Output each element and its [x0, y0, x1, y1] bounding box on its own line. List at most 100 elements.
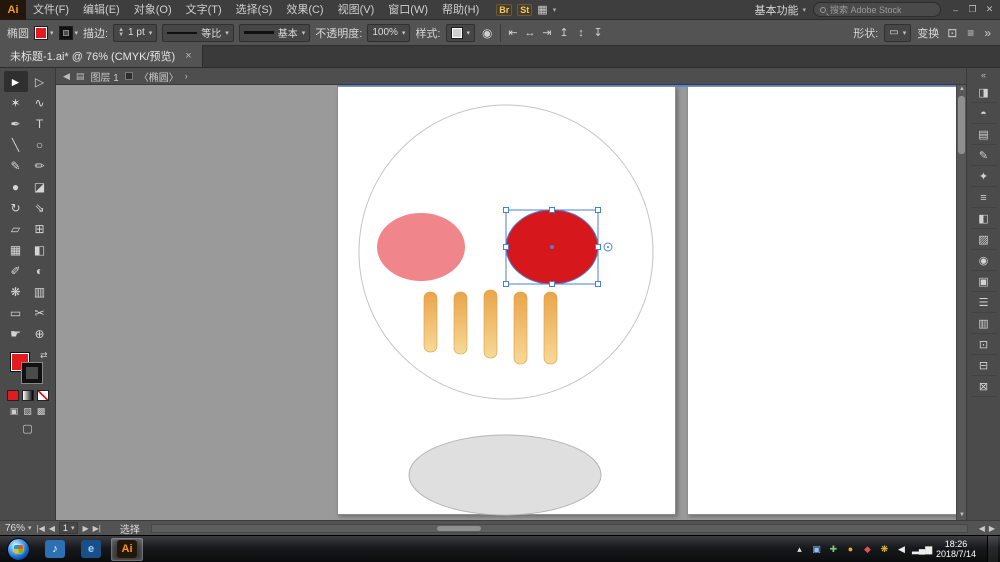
- symbols-panel-icon[interactable]: ✦: [970, 167, 997, 187]
- vertical-scrollbar[interactable]: ▲ ▼: [956, 85, 966, 520]
- align-panel-icon[interactable]: ⊟: [970, 356, 997, 376]
- hidden-icons-arrow[interactable]: ▴: [793, 544, 806, 555]
- drawing-mode-icon-1[interactable]: ▣: [10, 406, 19, 417]
- brush-definition-combo[interactable]: 基本 ▾: [238, 23, 311, 42]
- align-left-icon[interactable]: ⇤: [506, 25, 521, 41]
- slice-tool[interactable]: ✂: [28, 302, 52, 323]
- isolate-selected-object-icon[interactable]: ⊡: [945, 26, 959, 40]
- network-tray-icon[interactable]: ▂▄▆: [912, 544, 932, 555]
- column-graph-tool[interactable]: ▥: [28, 281, 52, 302]
- canvas-pasteboard[interactable]: ▲ ▼: [56, 85, 966, 520]
- menu-select[interactable]: 选择(S): [229, 0, 280, 20]
- artboards-panel-icon[interactable]: ▥: [970, 314, 997, 334]
- taskbar-clock[interactable]: 18:26 2018/7/14: [929, 539, 983, 559]
- pen-tool[interactable]: ✒: [4, 113, 28, 134]
- messenger-tray-icon[interactable]: ❋: [878, 544, 891, 555]
- align-center-vertical-icon[interactable]: ↕: [574, 25, 589, 41]
- hand-tool[interactable]: ☛: [4, 323, 28, 344]
- tooth-bar-5[interactable]: [543, 291, 558, 365]
- tooth-bar-4[interactable]: [513, 291, 528, 365]
- stock-icon[interactable]: St: [517, 3, 533, 16]
- breadcrumb-back-icon[interactable]: ◀: [63, 71, 70, 82]
- menu-view[interactable]: 视图(V): [331, 0, 382, 20]
- taskbar-illustrator[interactable]: Ai: [111, 537, 143, 561]
- chin-shape[interactable]: [408, 434, 602, 516]
- menu-object[interactable]: 对象(O): [127, 0, 179, 20]
- appearance-panel-icon[interactable]: ◉: [970, 251, 997, 271]
- blend-tool[interactable]: ◐: [28, 260, 52, 281]
- color-guide-panel-icon[interactable]: ◓: [970, 104, 997, 124]
- transform-button[interactable]: 变换: [917, 25, 939, 41]
- none-button[interactable]: [36, 390, 49, 401]
- zoom-tool[interactable]: ⊕: [28, 323, 52, 344]
- update-tray-icon[interactable]: ●: [844, 544, 857, 554]
- workspace-switcher[interactable]: 基本功能 ▾: [754, 2, 806, 18]
- left-eye-ellipse[interactable]: [377, 213, 465, 281]
- scale-tool[interactable]: ⇘: [28, 197, 52, 218]
- align-top-icon[interactable]: ↥: [557, 25, 572, 41]
- swap-fill-stroke-icon[interactable]: ⇄: [40, 350, 48, 361]
- free-transform-tool[interactable]: ▱: [4, 218, 28, 239]
- direct-selection-tool[interactable]: ▷: [28, 71, 52, 92]
- start-button[interactable]: [7, 537, 30, 561]
- align-bottom-icon[interactable]: ↧: [591, 25, 606, 41]
- restore-button[interactable]: ❐: [965, 3, 980, 17]
- menu-edit[interactable]: 编辑(E): [76, 0, 127, 20]
- scroll-left-icon[interactable]: ◀: [979, 524, 985, 533]
- symbol-sprayer-tool[interactable]: ❋: [4, 281, 28, 302]
- align-center-horizontal-icon[interactable]: ↔: [523, 25, 538, 41]
- artboard-2[interactable]: [687, 86, 957, 515]
- artboard-tool[interactable]: ▭: [4, 302, 28, 323]
- document-tab[interactable]: 未标题-1.ai* @ 76% (CMYK/预览) ×: [0, 45, 203, 67]
- rotate-tool[interactable]: ↻: [4, 197, 28, 218]
- screen-mode-button[interactable]: ▢: [22, 422, 32, 435]
- bridge-icon[interactable]: Br: [496, 3, 513, 16]
- shield-tray-icon[interactable]: ◆: [861, 544, 874, 555]
- tooth-bar-1[interactable]: [423, 291, 438, 353]
- line-segment-tool[interactable]: ╲: [4, 134, 28, 155]
- mesh-tool[interactable]: ▦: [4, 239, 28, 260]
- dock-expand-icon[interactable]: «: [981, 70, 986, 82]
- stroke-spinner-icon[interactable]: ▲ ▼: [118, 27, 124, 38]
- tooth-bar-2[interactable]: [453, 291, 468, 355]
- selection-handle[interactable]: [549, 281, 555, 287]
- control-panel-menu-icon[interactable]: ≡: [965, 26, 976, 40]
- layers-panel-icon[interactable]: ☰: [970, 293, 997, 313]
- display-tray-icon[interactable]: ▣: [810, 544, 823, 555]
- scroll-up-icon[interactable]: ▲: [957, 85, 966, 94]
- security-tray-icon[interactable]: ✚: [827, 544, 840, 555]
- selection-handle[interactable]: [595, 207, 601, 213]
- last-artboard-icon[interactable]: ▶|: [93, 524, 101, 533]
- next-artboard-icon[interactable]: ▶: [82, 524, 88, 533]
- eyedropper-tool[interactable]: ✐: [4, 260, 28, 281]
- shape-combo[interactable]: ▭ ▾: [884, 23, 912, 42]
- menu-effect[interactable]: 效果(C): [279, 0, 330, 20]
- volume-tray-icon[interactable]: ◀: [895, 544, 908, 555]
- stroke-swatch[interactable]: [20, 362, 43, 384]
- stroke-panel-icon[interactable]: ≡: [970, 188, 997, 208]
- gradient-tool[interactable]: ◧: [28, 239, 52, 260]
- breadcrumb-layer[interactable]: 图层 1: [90, 69, 118, 84]
- stroke-weight-combo[interactable]: ▲ ▼ 1 pt ▾: [113, 23, 158, 42]
- menu-window[interactable]: 窗口(W): [381, 0, 435, 20]
- menu-help[interactable]: 帮助(H): [435, 0, 486, 20]
- arrange-documents-caret-icon[interactable]: ▾: [553, 6, 557, 14]
- color-panel-icon[interactable]: ◨: [970, 83, 997, 103]
- drawing-mode-icon-2[interactable]: ▨: [23, 406, 32, 417]
- zoom-level-combo[interactable]: 76% ▾: [5, 523, 32, 534]
- style-combo[interactable]: ▾: [445, 23, 476, 42]
- color-button[interactable]: [6, 390, 19, 401]
- opacity-combo[interactable]: 100% ▾: [367, 23, 411, 42]
- fill-color-swatch[interactable]: [34, 25, 48, 40]
- type-tool[interactable]: T: [28, 113, 52, 134]
- pathfinder-panel-icon[interactable]: ⊠: [970, 377, 997, 397]
- tab-close-icon[interactable]: ×: [185, 50, 191, 62]
- align-right-icon[interactable]: ⇥: [540, 25, 555, 41]
- ellipse-tool[interactable]: ○: [28, 134, 52, 155]
- arrange-documents-icon[interactable]: ▦: [537, 3, 547, 16]
- menu-file[interactable]: 文件(F): [26, 0, 76, 20]
- selection-center-point[interactable]: [550, 245, 554, 249]
- selection-handle[interactable]: [595, 281, 601, 287]
- graphic-styles-panel-icon[interactable]: ▣: [970, 272, 997, 292]
- blob-brush-tool[interactable]: ●: [4, 176, 28, 197]
